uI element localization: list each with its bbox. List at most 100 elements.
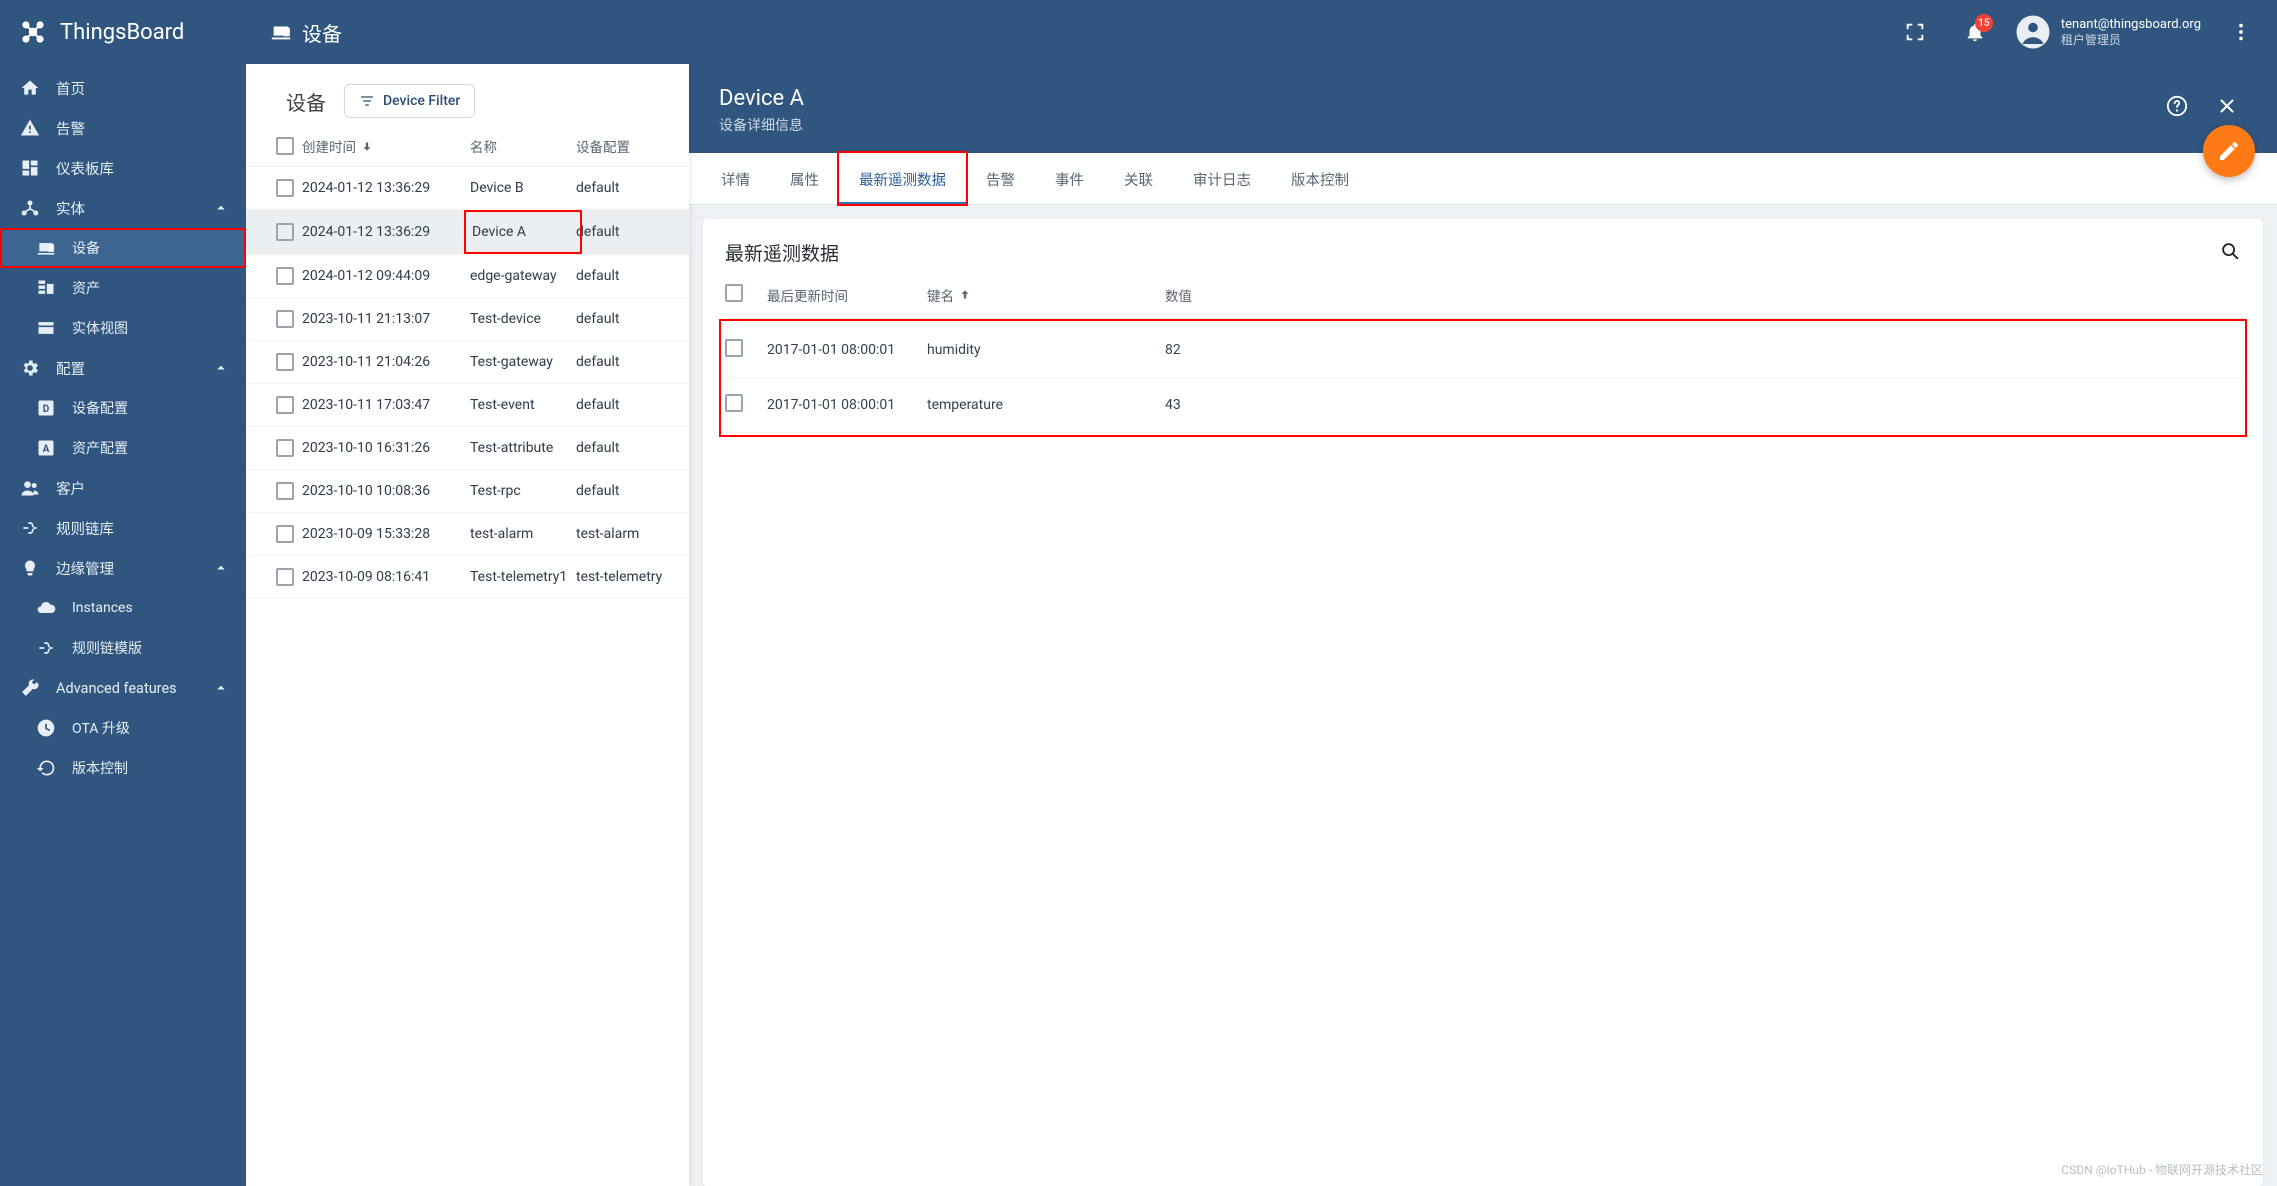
device-profile: default bbox=[576, 224, 673, 240]
sidebar-item-7[interactable]: 配置 bbox=[0, 348, 246, 388]
sidebar-item-2[interactable]: 仪表板库 bbox=[0, 148, 246, 188]
home-icon bbox=[20, 78, 40, 98]
more-menu-button[interactable] bbox=[2221, 12, 2261, 52]
sidebar-item-9[interactable]: 资产配置 bbox=[0, 428, 246, 468]
device-row[interactable]: 2024-01-12 13:36:29 Device B default bbox=[246, 167, 689, 210]
device-row[interactable]: 2024-01-12 09:44:09 edge-gateway default bbox=[246, 255, 689, 298]
device-profile: default bbox=[576, 311, 673, 327]
edit-fab-button[interactable] bbox=[2203, 125, 2255, 177]
device-checkbox[interactable] bbox=[276, 482, 294, 500]
edge-icon bbox=[20, 558, 40, 578]
telemetry-row[interactable]: 2017-01-01 08:00:01 temperature 43 bbox=[725, 378, 2241, 433]
sidebar-item-4[interactable]: 设备 bbox=[0, 228, 246, 268]
close-icon bbox=[2216, 95, 2238, 117]
sidebar-item-8[interactable]: 设备配置 bbox=[0, 388, 246, 428]
tab-2[interactable]: 最新遥测数据 bbox=[839, 153, 966, 204]
device-row[interactable]: 2023-10-11 17:03:47 Test-event default bbox=[246, 384, 689, 427]
device-list-title: 设备 bbox=[286, 87, 326, 116]
device-row[interactable]: 2023-10-10 16:31:26 Test-attribute defau… bbox=[246, 427, 689, 470]
sidebar-item-0[interactable]: 首页 bbox=[0, 68, 246, 108]
sidebar-item-6[interactable]: 实体视图 bbox=[0, 308, 246, 348]
sidebar-item-label: 配置 bbox=[56, 358, 85, 379]
device-row[interactable]: 2024-01-12 13:36:29 Device A default bbox=[246, 210, 689, 255]
tab-6[interactable]: 审计日志 bbox=[1173, 153, 1271, 204]
sidebar-item-13[interactable]: Instances bbox=[0, 588, 246, 628]
col-created-time[interactable]: 创建时间 bbox=[302, 136, 470, 156]
sort-desc-icon bbox=[360, 139, 374, 153]
device-checkbox[interactable] bbox=[276, 267, 294, 285]
device-row[interactable]: 2023-10-11 21:13:07 Test-device default bbox=[246, 298, 689, 341]
tab-5[interactable]: 关联 bbox=[1104, 153, 1173, 204]
device-profile: default bbox=[576, 440, 673, 456]
brand-logo[interactable]: ThingsBoard bbox=[16, 15, 246, 49]
sidebar-item-1[interactable]: 告警 bbox=[0, 108, 246, 148]
sidebar-nav: 首页告警仪表板库实体设备资产实体视图配置设备配置资产配置客户规则链库边缘管理In… bbox=[0, 64, 246, 1186]
device-row[interactable]: 2023-10-11 21:04:26 Test-gateway default bbox=[246, 341, 689, 384]
device-profile: default bbox=[576, 397, 673, 413]
tab-0[interactable]: 详情 bbox=[701, 153, 770, 204]
tcol-key[interactable]: 键名 bbox=[927, 285, 1165, 305]
telemetry-columns-header: 最后更新时间 键名 数值 bbox=[725, 272, 2241, 319]
telemetry-search-button[interactable] bbox=[2219, 240, 2241, 266]
device-row[interactable]: 2023-10-09 15:33:28 test-alarm test-alar… bbox=[246, 513, 689, 556]
close-detail-button[interactable] bbox=[2207, 86, 2247, 126]
sidebar-item-11[interactable]: 规则链库 bbox=[0, 508, 246, 548]
notifications-button[interactable]: 15 bbox=[1955, 12, 1995, 52]
device-detail-panel: Device A 设备详细信息 详情属性最新遥测数据告警事件关联审计日志版本控制… bbox=[689, 64, 2277, 1186]
sidebar-item-label: 实体视图 bbox=[72, 318, 128, 338]
more-icon bbox=[2230, 21, 2252, 43]
tcol-value[interactable]: 数值 bbox=[1165, 285, 2241, 305]
sidebar-item-5[interactable]: 资产 bbox=[0, 268, 246, 308]
device-name: Test-event bbox=[470, 397, 576, 413]
device-checkbox[interactable] bbox=[276, 396, 294, 414]
warning-icon bbox=[20, 118, 40, 138]
device-name: Device B bbox=[470, 180, 576, 196]
sidebar-item-3[interactable]: 实体 bbox=[0, 188, 246, 228]
device-checkbox[interactable] bbox=[276, 525, 294, 543]
device-checkbox[interactable] bbox=[276, 353, 294, 371]
col-name[interactable]: 名称 bbox=[470, 136, 576, 156]
sidebar-item-label: 资产 bbox=[72, 278, 100, 298]
select-all-checkbox[interactable] bbox=[276, 137, 294, 155]
sidebar-item-label: 仪表板库 bbox=[56, 158, 114, 179]
tab-1[interactable]: 属性 bbox=[770, 153, 839, 204]
device-checkbox[interactable] bbox=[276, 568, 294, 586]
help-button[interactable] bbox=[2157, 86, 2197, 126]
tab-4[interactable]: 事件 bbox=[1035, 153, 1104, 204]
sidebar-item-label: 版本控制 bbox=[72, 758, 128, 778]
fullscreen-button[interactable] bbox=[1895, 12, 1935, 52]
telemetry-checkbox[interactable] bbox=[725, 339, 743, 357]
device-row[interactable]: 2023-10-09 08:16:41 Test-telemetry1 test… bbox=[246, 556, 689, 599]
sidebar-item-15[interactable]: Advanced features bbox=[0, 668, 246, 708]
device-filter-button[interactable]: Device Filter bbox=[344, 84, 475, 118]
devices-icon bbox=[270, 21, 292, 43]
account-menu[interactable]: tenant@thingsboard.org 租户管理员 bbox=[2015, 14, 2201, 50]
sidebar-item-12[interactable]: 边缘管理 bbox=[0, 548, 246, 588]
sidebar-item-label: Advanced features bbox=[56, 680, 177, 697]
tab-7[interactable]: 版本控制 bbox=[1271, 153, 1369, 204]
device-name: Test-attribute bbox=[470, 440, 576, 456]
tcol-time[interactable]: 最后更新时间 bbox=[767, 285, 927, 305]
sidebar-item-17[interactable]: 版本控制 bbox=[0, 748, 246, 788]
device-checkbox[interactable] bbox=[276, 223, 294, 241]
sidebar-item-16[interactable]: OTA 升级 bbox=[0, 708, 246, 748]
detail-tabs: 详情属性最新遥测数据告警事件关联审计日志版本控制 bbox=[689, 153, 2277, 205]
device-name: Test-device bbox=[470, 311, 576, 327]
col-profile[interactable]: 设备配置 bbox=[576, 136, 673, 156]
device-checkbox[interactable] bbox=[276, 179, 294, 197]
device-checkbox[interactable] bbox=[276, 310, 294, 328]
telemetry-select-all-checkbox[interactable] bbox=[725, 284, 743, 302]
sidebar-item-10[interactable]: 客户 bbox=[0, 468, 246, 508]
device-name: test-alarm bbox=[470, 526, 576, 542]
telemetry-row[interactable]: 2017-01-01 08:00:01 humidity 82 bbox=[725, 323, 2241, 378]
tab-3[interactable]: 告警 bbox=[966, 153, 1035, 204]
ota-icon bbox=[36, 718, 56, 738]
device-time: 2024-01-12 13:36:29 bbox=[302, 224, 470, 240]
device-row[interactable]: 2023-10-10 10:08:36 Test-rpc default bbox=[246, 470, 689, 513]
device-checkbox[interactable] bbox=[276, 439, 294, 457]
device-time: 2023-10-10 10:08:36 bbox=[302, 483, 470, 499]
device-list-panel: 设备 Device Filter 创建时间 名称 设备配置 bbox=[246, 64, 689, 1186]
telemetry-checkbox[interactable] bbox=[725, 394, 743, 412]
sidebar-item-14[interactable]: 规则链模版 bbox=[0, 628, 246, 668]
top-bar: ThingsBoard 设备 15 tenant@thingsboard.org… bbox=[0, 0, 2277, 64]
